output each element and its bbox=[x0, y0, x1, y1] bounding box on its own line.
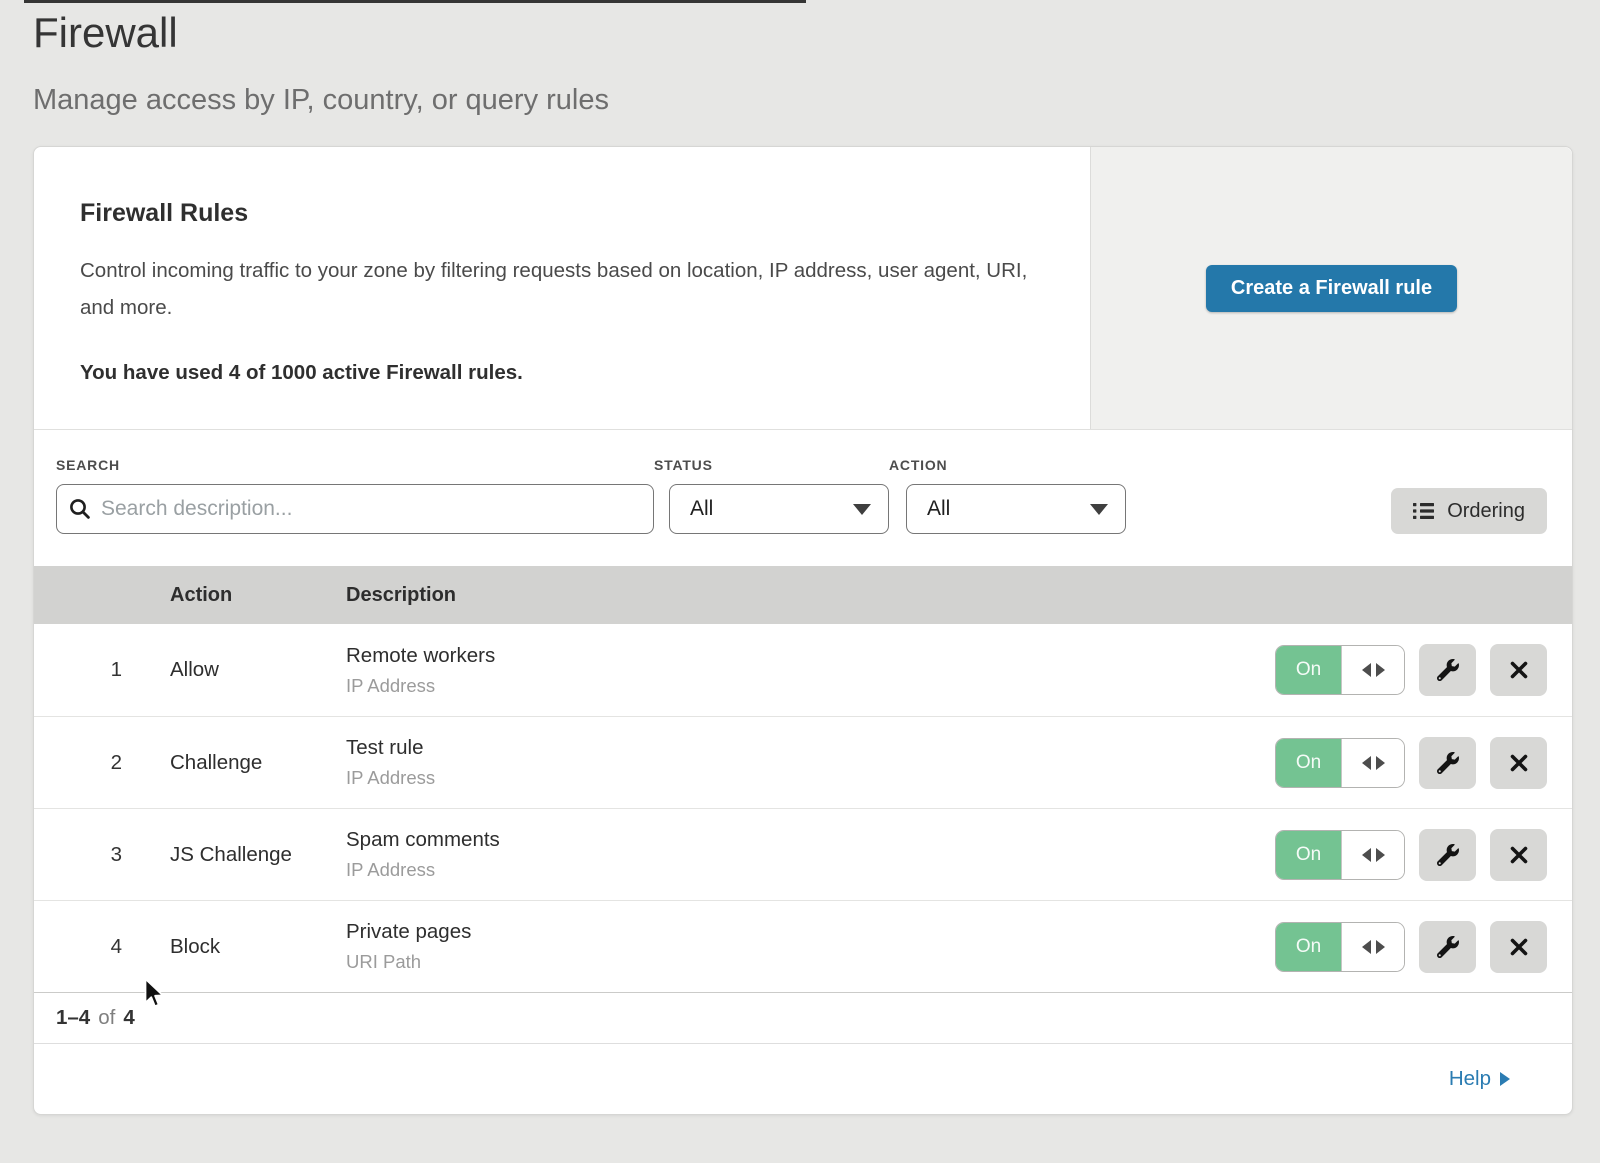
rule-enabled-toggle[interactable]: On bbox=[1275, 645, 1405, 695]
delete-rule-button[interactable] bbox=[1490, 644, 1547, 696]
search-field-wrap bbox=[56, 484, 654, 534]
rule-match-field: URI Path bbox=[346, 951, 1275, 973]
delete-rule-button[interactable] bbox=[1490, 829, 1547, 881]
edit-rule-button[interactable] bbox=[1419, 921, 1476, 973]
status-filter-group: STATUS All bbox=[654, 457, 889, 534]
filter-bar: SEARCH STATUS All ACTION All bbox=[34, 430, 1572, 566]
rule-description: Test rule IP Address bbox=[346, 736, 1275, 789]
pagination-total: 4 bbox=[123, 1006, 134, 1030]
search-icon bbox=[69, 498, 91, 520]
search-filter-group: SEARCH bbox=[56, 457, 654, 534]
wrench-icon bbox=[1437, 752, 1459, 774]
page-header: Firewall Manage access by IP, country, o… bbox=[0, 0, 1600, 117]
firewall-rules-card: Firewall Rules Control incoming traffic … bbox=[33, 146, 1573, 1115]
rule-description: Remote workers IP Address bbox=[346, 644, 1275, 697]
intro-text-panel: Firewall Rules Control incoming traffic … bbox=[34, 147, 1090, 429]
rule-description-title: Test rule bbox=[346, 736, 1275, 760]
action-selected-value: All bbox=[927, 497, 950, 521]
wrench-icon bbox=[1437, 844, 1459, 866]
help-link[interactable]: Help bbox=[1449, 1067, 1510, 1091]
pagination-row: 1–4 of 4 bbox=[34, 992, 1572, 1043]
close-icon bbox=[1509, 660, 1529, 680]
status-select[interactable]: All bbox=[669, 484, 889, 534]
help-link-label: Help bbox=[1449, 1067, 1491, 1091]
rule-controls: On bbox=[1275, 737, 1572, 789]
action-select[interactable]: All bbox=[906, 484, 1126, 534]
ordering-button-label: Ordering bbox=[1447, 500, 1525, 523]
table-row: 1 Allow Remote workers IP Address On bbox=[34, 624, 1572, 716]
delete-rule-button[interactable] bbox=[1490, 921, 1547, 973]
left-right-arrows-icon[interactable] bbox=[1341, 739, 1404, 787]
rule-match-field: IP Address bbox=[346, 675, 1275, 697]
card-title: Firewall Rules bbox=[80, 199, 1030, 228]
delete-rule-button[interactable] bbox=[1490, 737, 1547, 789]
rule-enabled-toggle[interactable]: On bbox=[1275, 738, 1405, 788]
table-header: Action Description bbox=[34, 566, 1572, 624]
wrench-icon bbox=[1437, 936, 1459, 958]
wrench-icon bbox=[1437, 659, 1459, 681]
page-subtitle: Manage access by IP, country, or query r… bbox=[33, 84, 1600, 117]
page-title: Firewall bbox=[33, 9, 1600, 57]
edit-rule-button[interactable] bbox=[1419, 737, 1476, 789]
table-row: 3 JS Challenge Spam comments IP Address … bbox=[34, 808, 1572, 900]
rule-description-title: Private pages bbox=[346, 920, 1275, 944]
search-input[interactable] bbox=[56, 484, 654, 534]
rule-match-field: IP Address bbox=[346, 767, 1275, 789]
rule-priority: 2 bbox=[34, 751, 122, 775]
action-label: ACTION bbox=[889, 457, 1126, 473]
action-filter-group: ACTION All bbox=[889, 457, 1126, 534]
rule-priority: 4 bbox=[34, 935, 122, 959]
rule-enabled-toggle[interactable]: On bbox=[1275, 922, 1405, 972]
left-right-arrows-icon[interactable] bbox=[1341, 923, 1404, 971]
rule-priority: 3 bbox=[34, 843, 122, 867]
edit-rule-button[interactable] bbox=[1419, 829, 1476, 881]
chevron-down-icon bbox=[1090, 504, 1108, 515]
close-icon bbox=[1509, 937, 1529, 957]
list-ordering-icon bbox=[1413, 502, 1434, 520]
action-column-header: Action bbox=[170, 584, 346, 607]
table-row: 2 Challenge Test rule IP Address On bbox=[34, 716, 1572, 808]
pagination-of: of bbox=[98, 1006, 115, 1030]
close-icon bbox=[1509, 753, 1529, 773]
left-right-arrows-icon[interactable] bbox=[1341, 831, 1404, 879]
toggle-on-label: On bbox=[1276, 646, 1341, 694]
left-right-arrows-icon[interactable] bbox=[1341, 646, 1404, 694]
status-label: STATUS bbox=[654, 457, 889, 473]
screen-capture-artifact bbox=[24, 0, 806, 3]
status-selected-value: All bbox=[690, 497, 713, 521]
rule-controls: On bbox=[1275, 921, 1572, 973]
edit-rule-button[interactable] bbox=[1419, 644, 1476, 696]
create-firewall-rule-button[interactable]: Create a Firewall rule bbox=[1206, 265, 1457, 312]
create-rule-panel: Create a Firewall rule bbox=[1090, 147, 1572, 429]
rule-description: Spam comments IP Address bbox=[346, 828, 1275, 881]
rule-controls: On bbox=[1275, 829, 1572, 881]
ordering-button[interactable]: Ordering bbox=[1391, 488, 1547, 534]
close-icon bbox=[1509, 845, 1529, 865]
rule-action: Allow bbox=[170, 658, 346, 682]
rule-match-field: IP Address bbox=[346, 859, 1275, 881]
rule-priority: 1 bbox=[34, 658, 122, 682]
chevron-down-icon bbox=[853, 504, 871, 515]
card-description: Control incoming traffic to your zone by… bbox=[80, 253, 1030, 326]
rule-enabled-toggle[interactable]: On bbox=[1275, 830, 1405, 880]
toggle-on-label: On bbox=[1276, 739, 1341, 787]
rule-description-title: Remote workers bbox=[346, 644, 1275, 668]
table-row: 4 Block Private pages URI Path On bbox=[34, 900, 1572, 992]
rule-controls: On bbox=[1275, 644, 1572, 696]
rule-description-title: Spam comments bbox=[346, 828, 1275, 852]
usage-summary: You have used 4 of 1000 active Firewall … bbox=[80, 361, 1030, 385]
intro-section: Firewall Rules Control incoming traffic … bbox=[34, 147, 1572, 430]
description-column-header: Description bbox=[346, 584, 1572, 607]
help-row: Help bbox=[34, 1043, 1572, 1114]
toggle-on-label: On bbox=[1276, 923, 1341, 971]
rule-action: Block bbox=[170, 935, 346, 959]
search-label: SEARCH bbox=[56, 457, 654, 473]
rule-action: JS Challenge bbox=[170, 843, 346, 867]
arrow-right-icon bbox=[1500, 1072, 1510, 1086]
rule-action: Challenge bbox=[170, 751, 346, 775]
rule-description: Private pages URI Path bbox=[346, 920, 1275, 973]
pagination-range: 1–4 bbox=[56, 1006, 90, 1030]
toggle-on-label: On bbox=[1276, 831, 1341, 879]
